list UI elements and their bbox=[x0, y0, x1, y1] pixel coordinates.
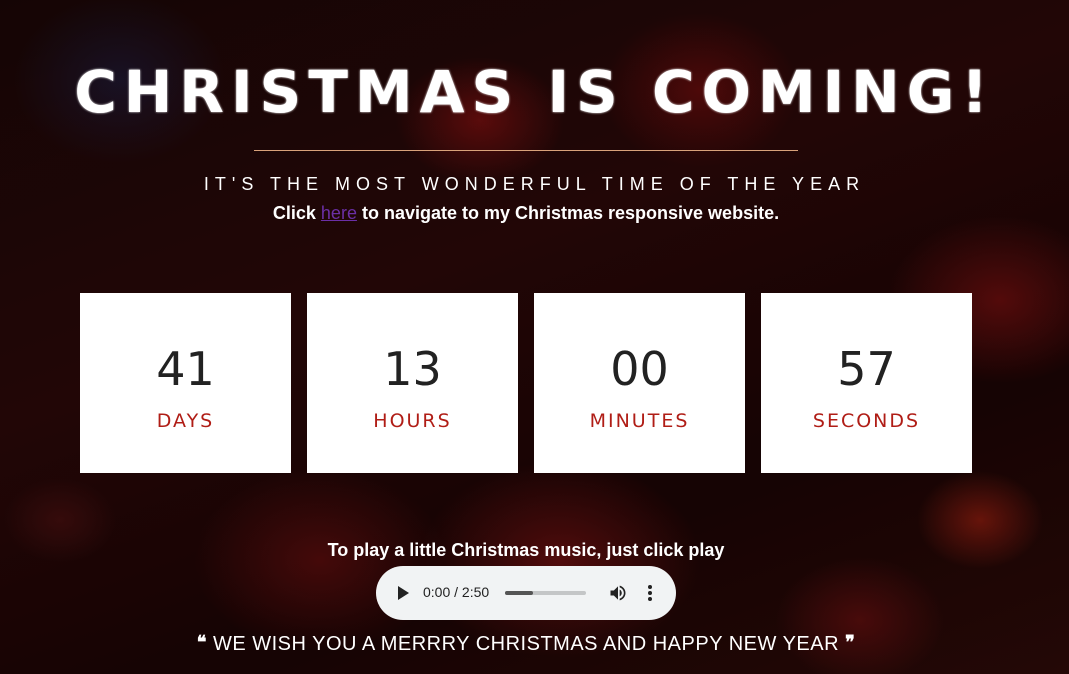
play-icon[interactable] bbox=[398, 586, 409, 600]
hours-label: HOURS bbox=[373, 410, 452, 432]
navigation-line: Click here to navigate to my Christmas r… bbox=[0, 203, 1052, 224]
minutes-label: MINUTES bbox=[589, 410, 690, 432]
close-quote-icon: ❞ bbox=[845, 632, 856, 653]
audio-time: 0:00 / 2:50 bbox=[423, 584, 490, 600]
days-value: 41 bbox=[156, 342, 215, 396]
countdown-hours-box: 13 HOURS bbox=[307, 293, 518, 473]
countdown-minutes-box: 00 MINUTES bbox=[534, 293, 745, 473]
title-divider bbox=[254, 150, 798, 151]
page-subtitle: IT'S THE MOST WONDERFUL TIME OF THE YEAR bbox=[203, 174, 866, 194]
nav-prefix: Click bbox=[272, 203, 321, 223]
seconds-label: SECONDS bbox=[812, 410, 921, 432]
music-prompt: To play a little Christmas music, just c… bbox=[327, 540, 725, 560]
holiday-message: ❝ WE WISH YOU A MERRRY CHRISTMAS AND HAP… bbox=[0, 632, 1052, 656]
page-content: CHRISTMAS IS COMING! IT'S THE MOST WONDE… bbox=[0, 0, 1069, 674]
hours-value: 13 bbox=[383, 342, 442, 396]
audio-player: 0:00 / 2:50 bbox=[376, 566, 676, 620]
audio-progress-slider[interactable] bbox=[505, 591, 586, 595]
page-title: CHRISTMAS IS COMING! bbox=[74, 58, 995, 126]
open-quote-icon: ❝ bbox=[196, 632, 207, 653]
volume-icon[interactable] bbox=[608, 583, 628, 603]
here-link[interactable]: here bbox=[321, 203, 357, 223]
nav-suffix: to navigate to my Christmas responsive w… bbox=[356, 203, 780, 223]
countdown-seconds-box: 57 SECONDS bbox=[761, 293, 972, 473]
more-vert-icon[interactable] bbox=[640, 582, 660, 604]
countdown-days-box: 41 DAYS bbox=[80, 293, 291, 473]
days-label: DAYS bbox=[156, 410, 215, 432]
holiday-message-text: WE WISH YOU A MERRRY CHRISTMAS AND HAPPY… bbox=[212, 633, 840, 655]
seconds-value: 57 bbox=[837, 342, 896, 396]
minutes-value: 00 bbox=[610, 342, 669, 396]
audio-progress-fill bbox=[505, 591, 534, 595]
